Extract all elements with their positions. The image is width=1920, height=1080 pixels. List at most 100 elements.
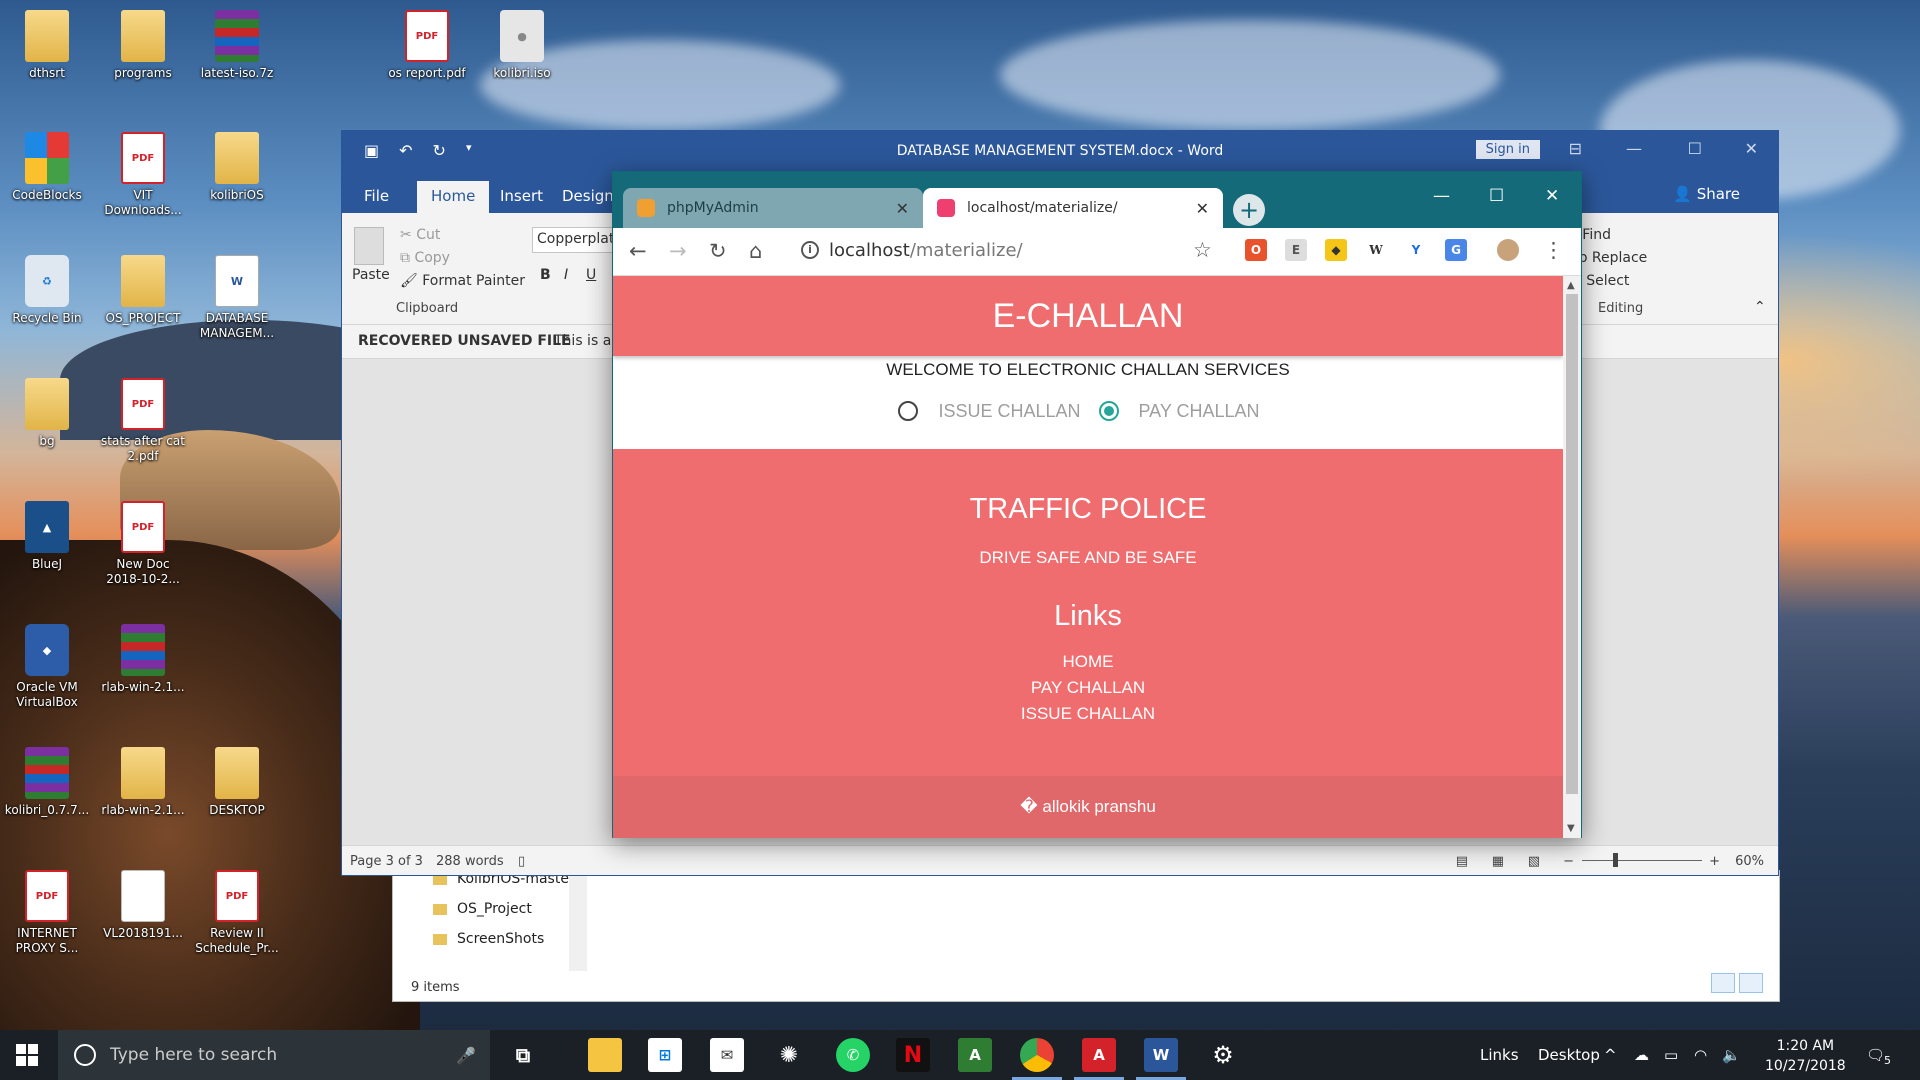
vpn-icon[interactable]: Y bbox=[1405, 239, 1427, 261]
desktop-icon-review-schedule[interactable]: PDF Review II Schedule_Pr... bbox=[193, 870, 281, 956]
scroll-up-icon[interactable]: ▲ bbox=[1567, 280, 1575, 291]
reload-icon[interactable]: ↻ bbox=[709, 239, 727, 263]
desktop-icon-latest-iso[interactable]: latest-iso.7z bbox=[193, 10, 281, 81]
zoom-in-icon[interactable]: + bbox=[1709, 854, 1720, 869]
home-link[interactable]: HOME bbox=[613, 651, 1563, 673]
microphone-icon[interactable]: 🎤 bbox=[456, 1046, 476, 1065]
netflix-icon[interactable]: N bbox=[896, 1038, 930, 1072]
store-icon[interactable]: ⊞ bbox=[648, 1038, 682, 1072]
settings-icon[interactable]: ⚙ bbox=[1206, 1038, 1240, 1072]
taskbar-search[interactable]: Type here to search 🎤 bbox=[58, 1030, 490, 1080]
desktop-icon-codeblocks[interactable]: CodeBlocks bbox=[3, 132, 91, 203]
large-icons-view-icon[interactable] bbox=[1739, 973, 1763, 993]
details-view-icon[interactable] bbox=[1711, 973, 1735, 993]
proofing-icon[interactable]: ▯ bbox=[518, 854, 525, 869]
zoom-slider[interactable] bbox=[1582, 860, 1702, 861]
action-center-icon[interactable]: 🗨 bbox=[1866, 1046, 1885, 1064]
forward-icon[interactable]: → bbox=[669, 239, 687, 263]
close-tab-icon[interactable]: ✕ bbox=[1196, 199, 1209, 218]
desktop-icon-bluej[interactable]: ▲ BlueJ bbox=[3, 501, 91, 572]
web-layout-icon[interactable]: ▧ bbox=[1528, 854, 1540, 869]
minimize-icon[interactable]: — bbox=[1626, 139, 1642, 158]
windows-start-icon[interactable] bbox=[16, 1044, 38, 1066]
desktop-icon-virtualbox[interactable]: ◆ Oracle VM VirtualBox bbox=[3, 624, 91, 710]
address-bar[interactable]: localhost/materialize/ bbox=[829, 240, 1023, 261]
collapse-ribbon-icon[interactable]: ⌃ bbox=[1754, 299, 1766, 315]
desktop-icon-dthsrt[interactable]: dthsrt bbox=[3, 10, 91, 81]
chevron-up-icon[interactable]: ^ bbox=[1604, 1046, 1617, 1064]
page-count[interactable]: Page 3 of 3 bbox=[350, 854, 423, 869]
read-mode-icon[interactable]: ▤ bbox=[1456, 854, 1468, 869]
zoom-level[interactable]: 60% bbox=[1735, 854, 1764, 869]
copy-button[interactable]: ⧉ Copy bbox=[400, 250, 450, 266]
home-icon[interactable]: ⌂ bbox=[749, 239, 762, 263]
desktop-icon-vl2018[interactable]: VL2018191... bbox=[99, 870, 187, 941]
new-tab-button[interactable]: + bbox=[1233, 194, 1265, 226]
tab-home[interactable]: Home bbox=[417, 181, 490, 213]
print-layout-icon[interactable]: ▦ bbox=[1492, 854, 1504, 869]
bookmark-star-icon[interactable]: ☆ bbox=[1193, 238, 1212, 262]
office-icon[interactable]: O bbox=[1245, 239, 1267, 261]
bold-button[interactable]: B bbox=[540, 267, 551, 283]
minimize-icon[interactable]: — bbox=[1433, 186, 1450, 206]
links-toolbar[interactable]: Links bbox=[1480, 1046, 1519, 1064]
translate-icon[interactable]: G bbox=[1445, 239, 1467, 261]
close-icon[interactable]: ✕ bbox=[1745, 139, 1758, 158]
profile-avatar[interactable] bbox=[1497, 239, 1519, 261]
tab-materialize[interactable]: localhost/materialize/ ✕ bbox=[923, 188, 1223, 228]
desktop-icon-kolibrios[interactable]: kolibriOS bbox=[193, 132, 281, 203]
word-icon[interactable]: W bbox=[1136, 1038, 1186, 1080]
close-tab-icon[interactable]: ✕ bbox=[896, 199, 909, 218]
desktop-icon-database-doc[interactable]: W DATABASE MANAGEM... bbox=[193, 255, 281, 341]
desktop-icon-programs[interactable]: programs bbox=[99, 10, 187, 81]
task-view-icon[interactable]: ⧉ bbox=[506, 1038, 540, 1072]
back-icon[interactable]: ← bbox=[629, 239, 647, 263]
desktop-icon-os-report[interactable]: PDF os report.pdf bbox=[383, 10, 471, 81]
desktop-icon-vit-downloads[interactable]: PDF VIT Downloads... bbox=[99, 132, 187, 218]
maximize-icon[interactable]: ☐ bbox=[1688, 139, 1702, 158]
onedrive-cloud-icon[interactable]: ☁ bbox=[1634, 1046, 1649, 1064]
explorer-item[interactable]: OS_Project bbox=[433, 901, 532, 917]
file-explorer-icon[interactable] bbox=[588, 1038, 622, 1072]
pay-challan-link[interactable]: PAY CHALLAN bbox=[613, 677, 1563, 699]
scroll-down-icon[interactable]: ▼ bbox=[1567, 823, 1575, 834]
desktop-icon-kolibri-iso[interactable]: ● kolibri.iso bbox=[478, 10, 566, 81]
underline-button[interactable]: U bbox=[586, 267, 596, 283]
system-clock[interactable]: 1:20 AM 10/27/2018 bbox=[1765, 1036, 1846, 1076]
desktop-icon-internet-proxy[interactable]: PDF INTERNET PROXY S... bbox=[3, 870, 91, 956]
italic-button[interactable]: I bbox=[564, 267, 568, 283]
tab-file[interactable]: File bbox=[350, 181, 403, 211]
zoom-out-icon[interactable]: − bbox=[1563, 854, 1574, 869]
desktop-toolbar[interactable]: Desktop bbox=[1538, 1046, 1600, 1064]
tab-phpmyadmin[interactable]: phpMyAdmin ✕ bbox=[623, 188, 923, 228]
cut-button[interactable]: ✂ Cut bbox=[400, 227, 440, 243]
battery-icon[interactable]: ▭ bbox=[1664, 1046, 1678, 1064]
whatsapp-icon[interactable]: ✆ bbox=[836, 1038, 870, 1072]
maximize-icon[interactable]: ☐ bbox=[1489, 186, 1504, 206]
mail-icon[interactable]: ✉ bbox=[710, 1038, 744, 1072]
site-info-icon[interactable]: i bbox=[801, 241, 819, 259]
issue-challan-label[interactable]: ISSUE CHALLAN bbox=[938, 401, 1080, 422]
desktop-icon-new-doc[interactable]: PDF New Doc 2018-10-2... bbox=[99, 501, 187, 587]
word-count[interactable]: 288 words bbox=[436, 854, 504, 869]
paste-icon[interactable] bbox=[354, 227, 384, 265]
desktop-icon-stats-pdf[interactable]: PDF stats after cat 2.pdf bbox=[99, 378, 187, 464]
share-button[interactable]: 👤 Share bbox=[1673, 185, 1740, 203]
wifi-icon[interactable]: ◠ bbox=[1694, 1046, 1707, 1064]
desktop-icon-bg[interactable]: bg bbox=[3, 378, 91, 449]
desktop-icon-rlab-archive[interactable]: rlab-win-2.1... bbox=[99, 624, 187, 695]
sign-in-button[interactable]: Sign in bbox=[1475, 140, 1540, 159]
issue-challan-radio[interactable] bbox=[898, 401, 919, 421]
issue-challan-link[interactable]: ISSUE CHALLAN bbox=[613, 703, 1563, 725]
close-icon[interactable]: ✕ bbox=[1545, 186, 1559, 206]
ribbon-display-options-icon[interactable]: ⊟ bbox=[1569, 139, 1582, 158]
format-painter-button[interactable]: 🖌 Format Painter bbox=[400, 273, 525, 289]
font-name-field[interactable]: Copperplat bbox=[532, 227, 622, 253]
desktop-icon-os-project[interactable]: OS_PROJECT bbox=[99, 255, 187, 326]
paste-button[interactable]: Paste bbox=[352, 267, 390, 283]
explorer-scrollbar[interactable] bbox=[569, 871, 587, 971]
tab-insert[interactable]: Insert bbox=[486, 181, 557, 211]
brand-logo[interactable]: E-CHALLAN bbox=[993, 297, 1184, 335]
wikipedia-icon[interactable]: W bbox=[1365, 239, 1387, 261]
chrome-icon[interactable] bbox=[1012, 1038, 1062, 1080]
